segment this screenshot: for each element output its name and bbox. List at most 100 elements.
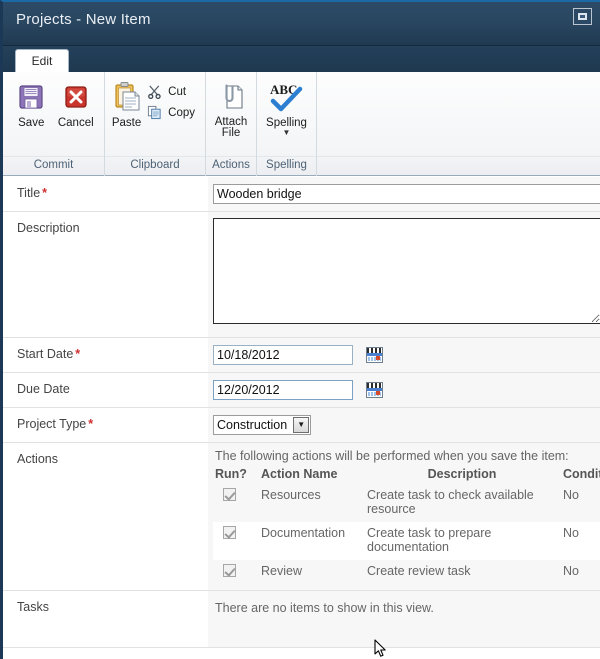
start-date-required-marker: * — [75, 347, 81, 361]
ribbon-group-spelling: ABC Spelling ▼ Spelling — [257, 72, 317, 176]
description-label: Description — [3, 212, 207, 337]
due-date-value-cell — [207, 373, 600, 407]
scissors-icon — [144, 83, 164, 101]
title-value-cell — [207, 177, 600, 211]
calendar-today-dot — [376, 355, 381, 360]
actions-table: Run? Action Name Description Condition R… — [213, 466, 600, 586]
tasks-empty-message: There are no items to show in this view. — [215, 601, 434, 615]
ribbon-group-spelling-title: Spelling — [257, 156, 316, 176]
floppy-disk-icon — [9, 80, 54, 114]
ribbon-group-clipboard-title: Clipboard — [105, 156, 205, 176]
form-row-description: Description — [3, 212, 600, 338]
actions-cell-name: Review — [261, 564, 302, 578]
actions-cell-condition: No — [563, 526, 579, 540]
copy-pages-icon — [144, 104, 164, 122]
form-row-tasks: Tasks There are no items to show in this… — [3, 591, 600, 648]
chevron-down-icon[interactable]: ▼ — [259, 129, 314, 137]
actions-cell-name: Documentation — [261, 526, 346, 540]
project-type-label-text: Project Type — [17, 417, 87, 431]
ribbon-filler-title — [317, 156, 600, 176]
form-row-actions: Actions The following actions will be pe… — [3, 443, 600, 591]
project-type-label: Project Type * — [3, 408, 207, 442]
screen: Projects - New Item Edit Save Cancel Com… — [0, 0, 600, 659]
ribbon-group-filler — [317, 72, 600, 176]
actions-cell-run — [213, 560, 259, 586]
table-row: Documentation Create task to prepare doc… — [213, 522, 600, 560]
dialog-footer: Save Cancel — [3, 648, 600, 659]
clipboard-small-buttons: Cut Copy — [142, 78, 199, 123]
actions-table-head: Run? Action Name Description Condition — [213, 466, 600, 484]
actions-cell-run — [213, 484, 259, 522]
actions-label-text: Actions — [17, 452, 58, 466]
form-row-due-date: Due Date — [3, 373, 600, 408]
chevron-down-icon[interactable]: ▼ — [293, 417, 310, 433]
actions-col-condition: Condition — [563, 467, 600, 481]
new-item-dialog: Projects - New Item Edit Save Cancel Com… — [0, 0, 600, 659]
ribbon-group-commit-title: Commit — [3, 156, 104, 176]
abc-checkmark-icon: ABC — [259, 80, 314, 114]
ribbon: Edit Save Cancel Commit Paste Cut Copy C… — [3, 46, 600, 176]
description-textarea[interactable] — [213, 218, 600, 324]
actions-label: Actions — [3, 443, 207, 590]
ribbon-tabstrip: Edit — [3, 46, 600, 72]
run-checkbox[interactable] — [223, 526, 236, 539]
actions-cell-run — [213, 522, 259, 560]
save-ribbon-label: Save — [18, 117, 45, 129]
actions-cell-condition: No — [563, 488, 579, 502]
ribbon-group-clipboard-items: Paste Cut Copy — [105, 72, 205, 156]
start-date-input[interactable] — [213, 345, 353, 365]
form-row-start-date: Start Date * — [3, 338, 600, 373]
ribbon-group-commit-items: Save Cancel — [3, 72, 104, 156]
attach-file-ribbon-button[interactable]: Attach File — [208, 78, 254, 139]
save-ribbon-button[interactable]: Save — [9, 78, 54, 129]
form-area: Title* Description Start Date* — [3, 177, 600, 659]
cut-ribbon-label: Cut — [168, 85, 187, 98]
run-checkbox[interactable] — [223, 564, 236, 577]
attach-file-line2: File — [221, 127, 241, 139]
ribbon-groups: Save Cancel Commit Paste Cut Copy Clipbo… — [3, 72, 600, 176]
start-date-calendar-icon[interactable] — [366, 346, 384, 363]
project-type-selected-value: Construction — [217, 418, 288, 432]
ribbon-group-clipboard: Paste Cut Copy Clipboard — [105, 72, 206, 176]
spelling-ribbon-label: Spelling — [266, 117, 307, 129]
actions-cell-description: Create task to check available resource — [367, 488, 534, 516]
cancel-ribbon-label: Cancel — [57, 117, 94, 129]
actions-cell-condition: No — [563, 564, 579, 578]
cut-ribbon-button[interactable]: Cut — [142, 81, 199, 102]
cancel-ribbon-button[interactable]: Cancel — [54, 78, 99, 129]
restore-window-icon[interactable] — [573, 8, 592, 25]
ribbon-filler-items — [317, 72, 600, 156]
actions-table-body: Resources Create task to check available… — [213, 484, 600, 586]
due-date-calendar-icon[interactable] — [366, 381, 384, 398]
table-row: Resources Create task to check available… — [213, 484, 600, 522]
table-row: Review Create review task No — [213, 560, 600, 586]
ribbon-group-spelling-items: ABC Spelling ▼ — [257, 72, 316, 156]
title-input[interactable] — [213, 184, 600, 204]
clipboard-icon — [111, 80, 142, 114]
tab-edit[interactable]: Edit — [15, 49, 69, 72]
due-date-label: Due Date — [3, 373, 207, 407]
due-date-input[interactable] — [213, 380, 353, 400]
title-label: Title * — [3, 177, 207, 211]
copy-ribbon-label: Copy — [168, 106, 195, 119]
paste-ribbon-button[interactable]: Paste — [111, 78, 142, 129]
ribbon-group-actions-title: Actions — [206, 156, 256, 176]
title-label-text: Title — [17, 186, 41, 200]
actions-value-cell: The following actions will be performed … — [207, 443, 600, 590]
dialog-titlebar[interactable]: Projects - New Item — [3, 2, 600, 46]
paperclip-document-icon — [208, 80, 254, 114]
due-date-label-text: Due Date — [17, 382, 70, 396]
start-date-value-cell — [207, 338, 600, 372]
run-checkbox[interactable] — [223, 488, 236, 501]
start-date-label: Start Date * — [3, 338, 207, 372]
actions-cell-description: Create task to prepare documentation — [367, 526, 492, 554]
actions-note: The following actions will be performed … — [215, 449, 569, 463]
description-value-cell — [207, 212, 600, 337]
dialog-title: Projects - New Item — [16, 11, 151, 28]
ribbon-group-actions: Attach File Actions — [206, 72, 257, 176]
project-type-select[interactable]: Construction ▼ — [213, 415, 312, 435]
spelling-ribbon-button[interactable]: ABC Spelling ▼ — [259, 78, 314, 137]
copy-ribbon-button[interactable]: Copy — [142, 102, 199, 123]
restore-glyph — [578, 13, 587, 20]
project-type-value-cell: Construction ▼ — [207, 408, 600, 442]
